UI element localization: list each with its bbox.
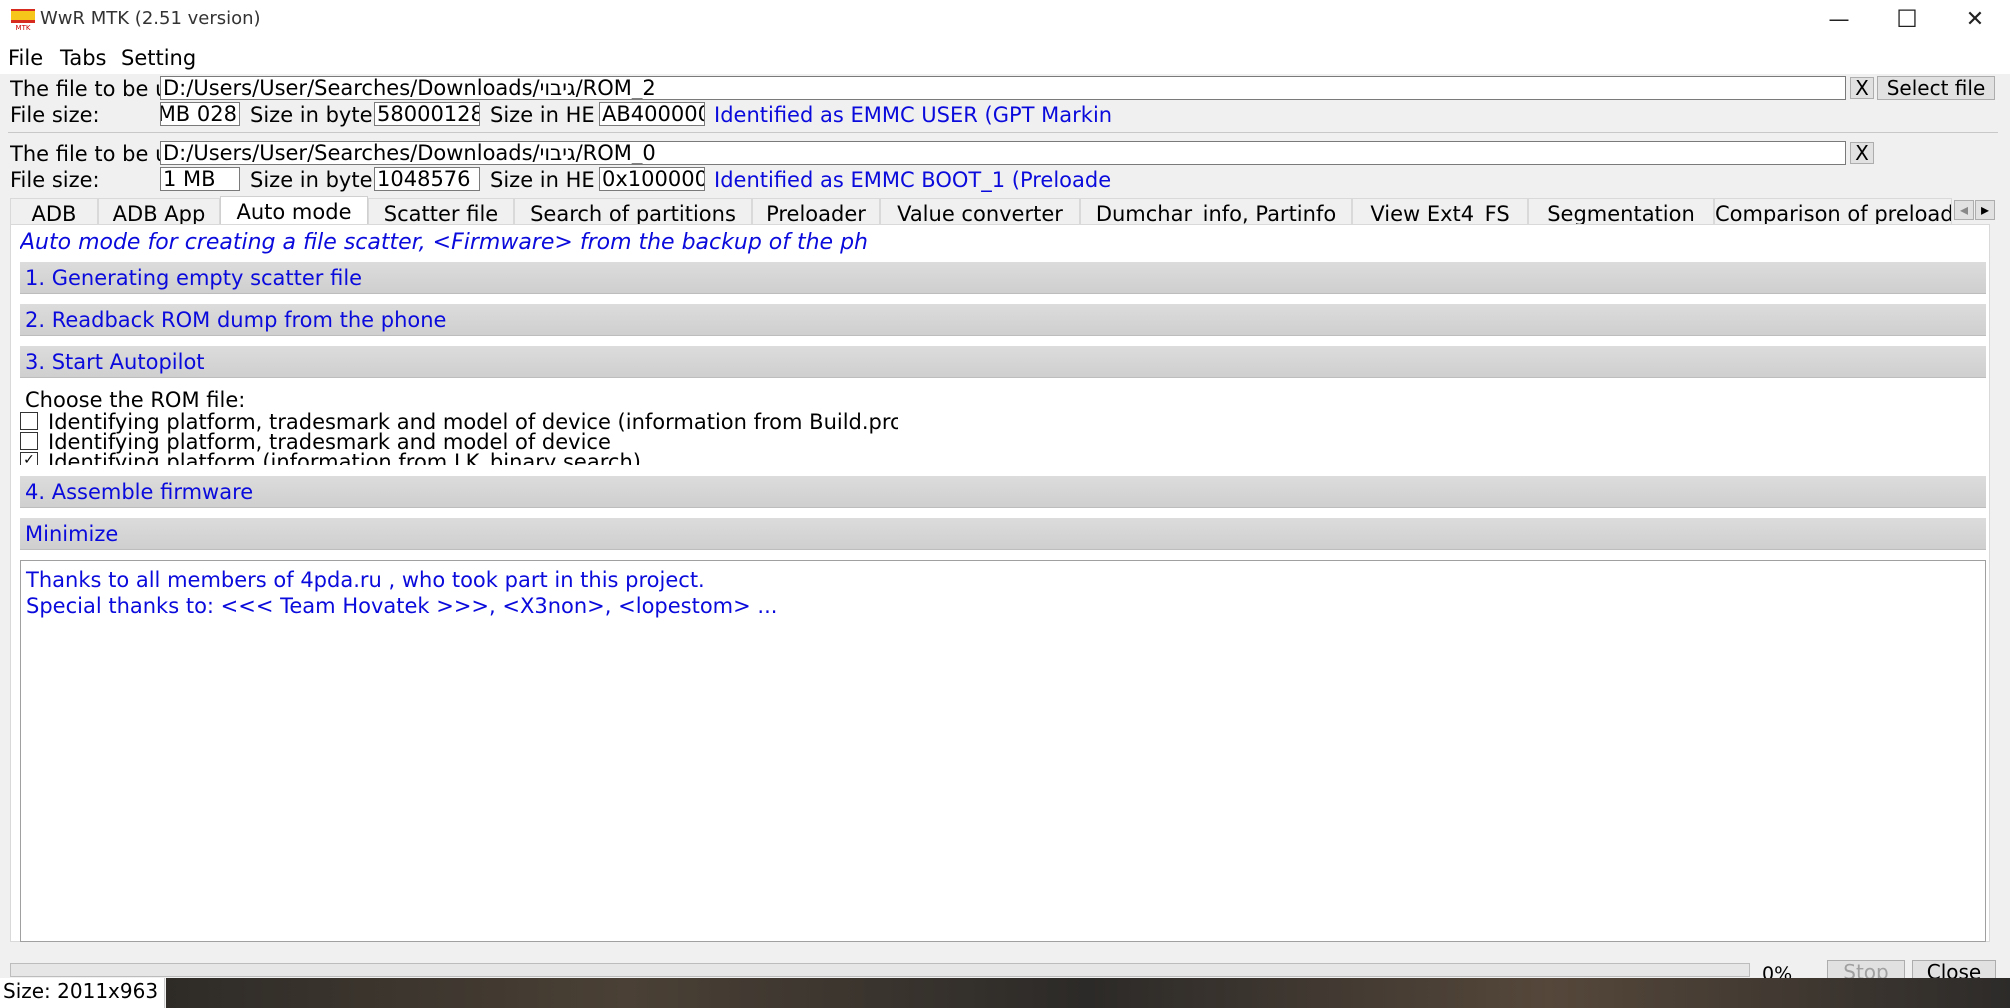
file1-path-input[interactable]: D:/Users/User/Searches/Downloads/גיבוי/R… bbox=[160, 76, 1846, 100]
file2-identified-text: Identified as EMMC BOOT_1 (Preloade bbox=[714, 168, 1112, 192]
window-title: WwR MTK (2.51 version) bbox=[40, 8, 261, 29]
file2-size-label: File size: bbox=[10, 168, 100, 192]
close-window-icon[interactable]: ✕ bbox=[1940, 0, 2010, 38]
section-minimize[interactable]: Minimize bbox=[20, 518, 1986, 550]
tab-scroll-right-icon[interactable]: ▸ bbox=[1975, 200, 1995, 220]
background-strip bbox=[166, 978, 2010, 1008]
tab-search-of-partitions[interactable]: Search of partitions bbox=[514, 198, 752, 224]
tab-preloader[interactable]: Preloader bbox=[752, 198, 880, 224]
file2-size-field: 1 MB bbox=[160, 167, 240, 191]
file1-clear-button[interactable]: X bbox=[1850, 77, 1874, 99]
tab-value-converter[interactable]: Value converter bbox=[880, 198, 1080, 224]
tab-scroll-left-icon[interactable]: ◂ bbox=[1954, 200, 1974, 220]
file2-clear-button[interactable]: X bbox=[1850, 142, 1874, 164]
file2-hex-field: 0x100000 bbox=[599, 167, 705, 191]
file1-size-field: 028 MB bbox=[160, 102, 240, 126]
choose-rom-label: Choose the ROM file: bbox=[25, 388, 246, 412]
log-line: Thanks to all members of 4pda.ru , who t… bbox=[26, 568, 705, 592]
menu-bar: File Tabs Setting bbox=[0, 38, 2010, 74]
log-output[interactable]: Thanks to all members of 4pda.ru , who t… bbox=[20, 560, 1986, 942]
rom-options-list: Identifying platform, tradesmark and mod… bbox=[18, 410, 898, 465]
log-line: Special thanks to: <<< Team Hovatek >>>,… bbox=[26, 594, 778, 618]
option3-checkbox[interactable]: ✓ bbox=[20, 452, 38, 465]
maximize-icon[interactable]: ☐ bbox=[1872, 0, 1942, 38]
option2-checkbox[interactable] bbox=[20, 432, 38, 450]
auto-mode-heading: Auto mode for creating a file scatter, <… bbox=[20, 230, 868, 255]
section-readback-rom[interactable]: 2. Readback ROM dump from the phone bbox=[20, 304, 1986, 336]
file1-label: The file to be u bbox=[10, 77, 160, 101]
status-bar: 0% Stop Close Size: 2011x963 bbox=[0, 960, 2010, 1008]
progress-percent: 0% bbox=[1762, 963, 1793, 980]
file1-hex-field: AB400000 bbox=[599, 102, 705, 126]
tab-segmentation[interactable]: Segmentation bbox=[1528, 198, 1714, 224]
file2-bytes-label: Size in byte bbox=[250, 168, 373, 192]
file2-hex-label: Size in HE bbox=[490, 168, 595, 192]
file1-bytes-label: Size in byte bbox=[250, 103, 373, 127]
tab-scatter-file[interactable]: Scatter file bbox=[368, 198, 514, 224]
file-separator bbox=[8, 132, 1998, 133]
tab-dumchar-info[interactable]: Dumchar_info, Partinfo bbox=[1080, 198, 1352, 224]
select-file-button[interactable]: Select file bbox=[1877, 76, 1995, 100]
section-generate-scatter[interactable]: 1. Generating empty scatter file bbox=[20, 262, 1986, 294]
stop-button[interactable]: Stop bbox=[1827, 960, 1905, 980]
svg-text:MTK: MTK bbox=[16, 24, 31, 31]
file2-bytes-field: 1048576 bbox=[374, 167, 480, 191]
menu-tabs[interactable]: Tabs bbox=[60, 46, 107, 70]
tab-comparison-of-preload[interactable]: Comparison of preload bbox=[1714, 198, 1952, 224]
tab-adb-app[interactable]: ADB App bbox=[98, 198, 220, 224]
file1-hex-label: Size in HE bbox=[490, 103, 595, 127]
app-logo-icon: MTK bbox=[11, 9, 35, 31]
menu-setting[interactable]: Setting bbox=[121, 46, 196, 70]
title-bar: MTK WwR MTK (2.51 version) — ☐ ✕ bbox=[0, 0, 2010, 38]
file2-label: The file to be u bbox=[10, 142, 160, 166]
option1-checkbox[interactable] bbox=[20, 412, 38, 430]
progress-bar bbox=[10, 963, 1750, 977]
section-assemble-firmware[interactable]: 4. Assemble firmware bbox=[20, 476, 1986, 508]
size-indicator: Size: 2011x963 bbox=[0, 978, 165, 1008]
option3-label: Identifying platform (information from L… bbox=[48, 450, 641, 465]
menu-file[interactable]: File bbox=[8, 46, 43, 70]
section-start-autopilot[interactable]: 3. Start Autopilot bbox=[20, 346, 1986, 378]
tab-view-ext4[interactable]: View Ext4_FS bbox=[1352, 198, 1528, 224]
file2-path-input[interactable]: D:/Users/User/Searches/Downloads/גיבוי/R… bbox=[160, 141, 1846, 165]
close-button[interactable]: Close bbox=[1912, 960, 1996, 980]
tab-adb[interactable]: ADB bbox=[10, 198, 98, 224]
file1-identified-text: Identified as EMMC USER (GPT Markin bbox=[714, 103, 1113, 127]
file1-bytes-field: 58000128 bbox=[374, 102, 480, 126]
file1-size-label: File size: bbox=[10, 103, 100, 127]
minimize-icon[interactable]: — bbox=[1804, 0, 1874, 38]
tab-auto-mode[interactable]: Auto mode bbox=[220, 196, 368, 226]
